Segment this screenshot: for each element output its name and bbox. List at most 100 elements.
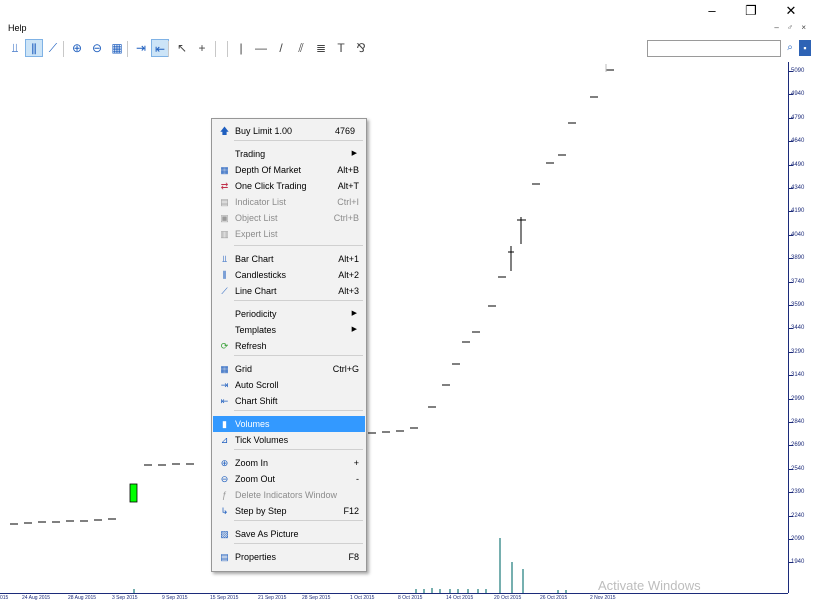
menu-item-save-as-picture[interactable]: ▨ Save As Picture xyxy=(213,526,365,542)
menu-separator xyxy=(234,355,363,356)
menu-item-indicator-list[interactable]: ▤ Indicator List Ctrl+I xyxy=(213,194,365,210)
price-axis-label: 5090 xyxy=(791,68,805,74)
date-axis: 015 24 Aug 2015 28 Aug 2015 3 Sep 2015 9 Sep… xyxy=(0,593,788,601)
menu-item-auto-scroll[interactable]: ⇥ Auto Scroll xyxy=(213,377,365,393)
candlesticks-icon: ⫼ xyxy=(222,270,227,280)
price-axis-label: 2540 xyxy=(791,465,805,472)
price-axis-label: 4940 xyxy=(791,91,805,98)
zoom-in-icon[interactable]: ⊕ xyxy=(68,39,86,57)
line-chart-icon[interactable]: ⟋ xyxy=(44,39,62,57)
price-axis-label: 4790 xyxy=(791,114,805,121)
price-chart[interactable] xyxy=(6,62,788,593)
menu-item-grid[interactable]: ▦ Grid Ctrl+G xyxy=(213,361,365,377)
date-axis-label: 20 Oct 2015 xyxy=(494,595,522,601)
zoom-out-icon[interactable]: ⊖ xyxy=(88,39,106,57)
date-axis-label: 3 Sep 2015 xyxy=(112,595,138,601)
restore-button[interactable]: ❐ xyxy=(737,2,765,20)
menu-item-label: Bar Chart xyxy=(235,254,274,264)
buy-arrow-icon: 🡅 xyxy=(219,126,230,136)
submenu-arrow-icon: ▶ xyxy=(351,150,357,157)
toolbar-separator xyxy=(63,41,64,57)
horizontal-line-icon[interactable]: — xyxy=(252,39,270,57)
trendline-icon[interactable]: / xyxy=(272,39,290,57)
minimize-button[interactable]: – xyxy=(698,2,726,20)
date-axis-label: 26 Oct 2015 xyxy=(540,595,568,601)
indicator-list-icon: ▤ xyxy=(220,197,229,207)
equidistant-channel-icon[interactable]: ⫽ xyxy=(292,39,310,57)
menu-item-bar-chart[interactable]: ⫫ Bar Chart Alt+1 xyxy=(213,251,365,267)
close-button[interactable]: ✕ xyxy=(777,2,805,20)
menu-separator xyxy=(234,543,363,544)
menu-item-object-list[interactable]: ▣ Object List Ctrl+B xyxy=(213,210,365,226)
menu-item-chart-shift[interactable]: ⇤ Chart Shift xyxy=(213,393,365,409)
menu-item-expert-list[interactable]: ▥ Expert List xyxy=(213,226,365,242)
menu-item-label: One Click Trading xyxy=(235,181,307,191)
menu-item-label: Properties xyxy=(235,552,277,562)
zoom-in-icon: ⊕ xyxy=(220,458,229,468)
date-axis-label: 1 Oct 2015 xyxy=(350,595,375,601)
menu-item-one-click-trading[interactable]: ⇄ One Click Trading Alt+T xyxy=(213,178,365,194)
menu-item-shortcut: - xyxy=(356,474,359,484)
toolbar-separator xyxy=(127,41,128,57)
menu-separator xyxy=(234,410,363,411)
step-by-step-icon: ↳ xyxy=(220,506,229,516)
menu-item-zoom-in[interactable]: ⊕ Zoom In + xyxy=(213,455,365,471)
date-axis-label: 14 Oct 2015 xyxy=(446,595,474,601)
submenu-arrow-icon: ▶ xyxy=(351,326,357,333)
menu-separator xyxy=(234,300,363,301)
chart-shift-icon[interactable]: ⇤ xyxy=(151,39,169,57)
menu-item-templates[interactable]: Templates ▶ xyxy=(213,322,365,338)
menu-separator xyxy=(234,520,363,521)
community-icon[interactable]: ▪ xyxy=(799,40,811,56)
auto-scroll-icon[interactable]: ⇥ xyxy=(132,39,150,57)
tick-volumes-icon: ⊿ xyxy=(220,435,229,445)
cursor-icon[interactable]: ↖ xyxy=(173,39,191,57)
menu-item-properties[interactable]: ▤ Properties F8 xyxy=(213,549,365,565)
activate-windows-watermark: Activate Windows xyxy=(598,578,701,593)
menu-item-label: Indicator List xyxy=(235,197,287,207)
menu-help[interactable]: Help xyxy=(8,23,27,33)
menu-item-buy-limit[interactable]: 🡅 Buy Limit 1.00 4769 xyxy=(213,123,365,139)
search-input[interactable] xyxy=(647,40,781,57)
menu-item-label: Grid xyxy=(235,364,253,374)
line-chart-icon: ⟋ xyxy=(221,286,228,296)
menu-item-tick-volumes[interactable]: ⊿ Tick Volumes xyxy=(213,432,365,448)
menu-item-candlesticks[interactable]: ⫼ Candlesticks Alt+2 xyxy=(213,267,365,283)
menu-item-label: Depth Of Market xyxy=(235,165,302,175)
menu-item-label: Chart Shift xyxy=(235,396,278,406)
menu-item-label: Trading xyxy=(235,149,266,159)
bar-chart-icon: ⫫ xyxy=(221,254,228,264)
arrows-icon[interactable]: ⅋ xyxy=(352,39,370,57)
menu-item-step-by-step[interactable]: ↳ Step by Step F12 xyxy=(213,503,365,519)
menu-item-zoom-out[interactable]: ⊖ Zoom Out - xyxy=(213,471,365,487)
search-icon[interactable]: ⌕ xyxy=(783,40,797,56)
menu-item-trading[interactable]: Trading ▶ xyxy=(213,146,365,162)
menu-item-shortcut: + xyxy=(353,458,359,468)
menu-item-periodicity[interactable]: Periodicity ▶ xyxy=(213,306,365,322)
tile-windows-icon[interactable]: ▦ xyxy=(108,39,126,57)
vertical-line-icon[interactable]: | xyxy=(232,39,250,57)
fibonacci-icon[interactable]: ≣ xyxy=(312,39,330,57)
menu-item-delete-indicators-window[interactable]: ƒ Delete Indicators Window xyxy=(213,487,365,503)
date-axis-label: 9 Sep 2015 xyxy=(162,595,188,601)
candlesticks-icon[interactable]: ⫼ xyxy=(25,39,43,57)
menu-item-line-chart[interactable]: ⟋ Line Chart Alt+3 xyxy=(213,283,365,299)
properties-icon: ▤ xyxy=(220,552,229,562)
menu-item-volumes[interactable]: ▮ Volumes xyxy=(213,416,365,432)
text-icon[interactable]: T xyxy=(332,39,350,57)
price-axis-label: 2690 xyxy=(791,442,805,449)
crosshair-icon[interactable]: + xyxy=(193,39,211,57)
menu-item-label: Step by Step xyxy=(235,506,287,516)
mdi-window-controls[interactable]: – ♂ × xyxy=(774,23,809,32)
menu-item-label: Save As Picture xyxy=(235,529,299,539)
menu-item-refresh[interactable]: ⟳ Refresh xyxy=(213,338,365,354)
price-axis-label: 4640 xyxy=(791,138,805,145)
price-axis-label: 1940 xyxy=(791,559,805,566)
menu-item-label: Candlesticks xyxy=(235,270,287,280)
menu-separator xyxy=(234,449,363,450)
menu-item-depth-of-market[interactable]: ▦ Depth Of Market Alt+B xyxy=(213,162,365,178)
bar-chart-icon[interactable]: ⫫ xyxy=(6,39,24,57)
date-axis-label: 24 Aug 2015 xyxy=(22,595,51,601)
price-axis-label: 4340 xyxy=(791,185,805,191)
object-list-icon: ▣ xyxy=(220,213,229,223)
